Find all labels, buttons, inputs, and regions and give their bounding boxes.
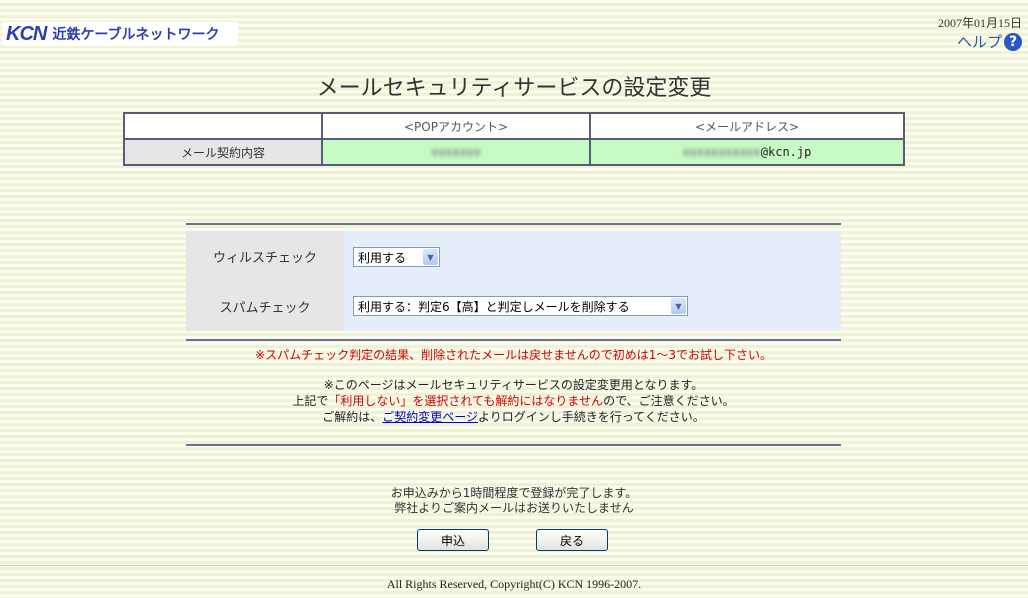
note-line-1: ※このページはメールセキュリティサービスの設定変更用となります。	[323, 378, 704, 392]
copyright: All Rights Reserved, Copyright(C) KCN 19…	[386, 577, 642, 591]
spam-check-value: 利用する：判定6【高】と判定しメールを削除する	[358, 299, 630, 314]
spam-check-select[interactable]: 利用する：判定6【高】と判定しメールを削除する ▼	[353, 296, 688, 316]
note-line-2-pre: 上記で	[292, 394, 329, 408]
logo-text: 近鉄ケーブルネットワーク	[52, 27, 220, 43]
settings-panel: ウィルスチェック 利用する ▼ スパムチェック 利用する：判定6【高】と判定しメ…	[186, 231, 841, 331]
apply-button[interactable]: 申込	[417, 529, 489, 551]
divider-bottom	[186, 444, 841, 446]
note-line-3: ご解約は、ご契約変更ページよりログインし手続きを行ってください。	[186, 408, 841, 425]
virus-check-value: 利用する	[358, 250, 407, 265]
chevron-down-icon: ▼	[671, 298, 686, 314]
help-label: ヘルプ	[956, 33, 1002, 51]
virus-check-label: ウィルスチェック	[186, 231, 344, 281]
logo-mark: KCN	[6, 22, 47, 45]
divider-top	[186, 223, 841, 225]
divider-middle	[186, 339, 841, 341]
back-button[interactable]: 戻る	[536, 529, 608, 551]
pop-account-masked: xxxxxxx	[431, 145, 481, 159]
mail-domain: @kcn.jp	[760, 145, 812, 159]
note-line-3-post: よりログインし手続きを行ってください。	[477, 410, 705, 424]
contract-table: <POPアカウント> <メールアドレス> メール契約内容 xxxxxxx xxx…	[123, 112, 905, 166]
spam-warning: ※スパムチェック判定の結果、削除されたメールは戻せませんので初めは1～3でお試し…	[255, 348, 772, 362]
info-line-2: 弊社よりご案内メールはお送りいたしません	[394, 501, 634, 515]
pop-account-value: xxxxxxx	[321, 138, 591, 166]
pop-account-header: <POPアカウント>	[321, 112, 591, 140]
spam-check-label: スパムチェック	[186, 281, 344, 331]
kcn-logo: KCN 近鉄ケーブルネットワーク	[2, 22, 238, 46]
contract-change-link[interactable]: ご契約変更ページ	[382, 410, 478, 424]
chevron-down-icon: ▼	[423, 249, 438, 265]
note-line-2: 上記で「利用しない」を選択されても解約にはなりませんので、ご注意ください。	[186, 392, 841, 409]
virus-check-select[interactable]: 利用する ▼	[353, 247, 440, 267]
note-line-3-pre: ご解約は、	[322, 410, 383, 424]
page-title: メールセキュリティサービスの設定変更	[316, 76, 712, 101]
help-link[interactable]: ヘルプ ?	[957, 31, 1022, 52]
mail-address-header: <メールアドレス>	[589, 112, 905, 140]
note-line-2-post: ので、ご注意ください。	[603, 394, 735, 408]
note-line-2-emphasis: 「利用しない」を選択されても解約にはなりません	[328, 394, 604, 408]
current-date: 2007年01月15日	[937, 16, 1022, 30]
question-circle-icon: ?	[1004, 32, 1022, 51]
mail-address-value: xxxxxxxxxxx@kcn.jp	[589, 138, 905, 166]
contract-corner-cell	[123, 112, 323, 140]
footer-divider	[0, 565, 1028, 566]
contract-row-label: メール契約内容	[123, 138, 323, 166]
mail-address-masked: xxxxxxxxxxx	[682, 145, 761, 159]
